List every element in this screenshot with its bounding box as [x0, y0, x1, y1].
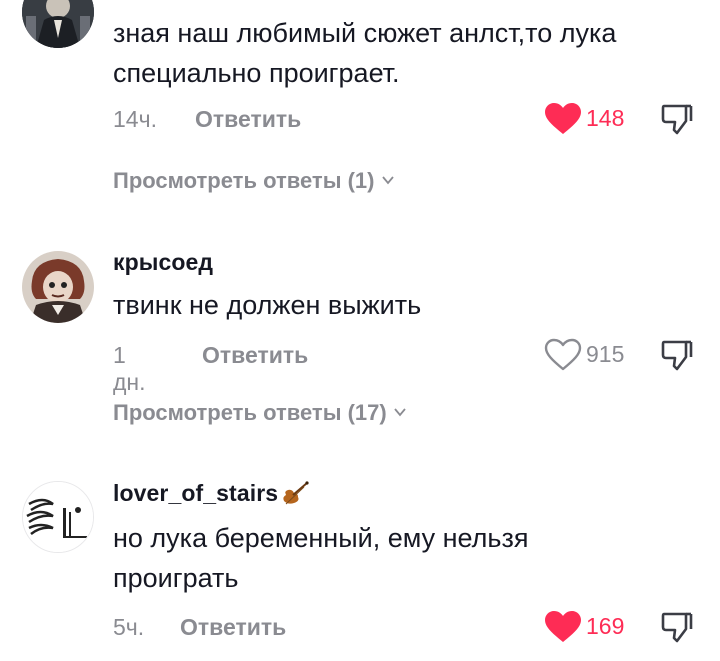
comment-text-line: но лука беременный, ему нельзя — [113, 523, 529, 553]
username[interactable]: lover_of_stairs — [113, 480, 310, 507]
avatar[interactable] — [22, 0, 94, 48]
avatar[interactable] — [22, 481, 94, 553]
like-count: 148 — [586, 105, 625, 131]
comment-text: зная наш любимый сюжет анлст,то лука спе… — [113, 13, 703, 93]
avatar-image-icon — [22, 251, 94, 323]
heart-filled-icon — [545, 611, 581, 642]
reply-button[interactable]: Ответить — [180, 614, 286, 641]
view-replies-label: Просмотреть ответы (17) — [113, 400, 387, 425]
like-count: 169 — [586, 613, 625, 639]
comment-time: 14ч. — [113, 106, 157, 132]
comment-time: 5ч. — [113, 614, 145, 640]
violin-emoji-icon — [283, 481, 309, 505]
comment-text: но лука беременный, ему нельзя проиграть — [113, 518, 703, 598]
comment-text-line: специально проиграет. — [113, 58, 400, 88]
reply-button[interactable]: Ответить — [202, 342, 308, 369]
avatar-image-icon — [23, 482, 93, 552]
like-button[interactable]: 915 — [544, 338, 644, 374]
like-button[interactable]: 148 — [544, 102, 644, 138]
view-replies-button[interactable]: Просмотреть ответы (1) — [113, 168, 395, 194]
chevron-down-icon — [381, 176, 394, 185]
avatar-image-icon — [22, 0, 94, 48]
view-replies-button[interactable]: Просмотреть ответы (17) — [113, 400, 407, 426]
comment-text: твинк не должен выжить — [113, 285, 703, 325]
comment-text-line: твинк не должен выжить — [113, 290, 422, 320]
dislike-icon[interactable] — [660, 610, 694, 644]
heart-outline-icon — [544, 338, 582, 371]
comment-text-line: проиграть — [113, 563, 239, 593]
like-button[interactable]: 169 — [544, 610, 644, 646]
username[interactable]: крысоед — [113, 249, 213, 276]
dislike-icon[interactable] — [660, 102, 694, 136]
comment-text-line: зная наш любимый сюжет анлст,то лука — [113, 18, 617, 48]
username-label: lover_of_stairs — [113, 480, 279, 506]
like-count: 915 — [586, 341, 625, 367]
reply-button[interactable]: Ответить — [195, 106, 301, 133]
avatar[interactable] — [22, 251, 94, 323]
dislike-icon[interactable] — [660, 338, 694, 372]
view-replies-label: Просмотреть ответы (1) — [113, 168, 375, 193]
comment-time: 1 дн. — [113, 342, 146, 395]
heart-filled-icon — [545, 103, 581, 134]
chevron-down-icon — [394, 408, 406, 417]
